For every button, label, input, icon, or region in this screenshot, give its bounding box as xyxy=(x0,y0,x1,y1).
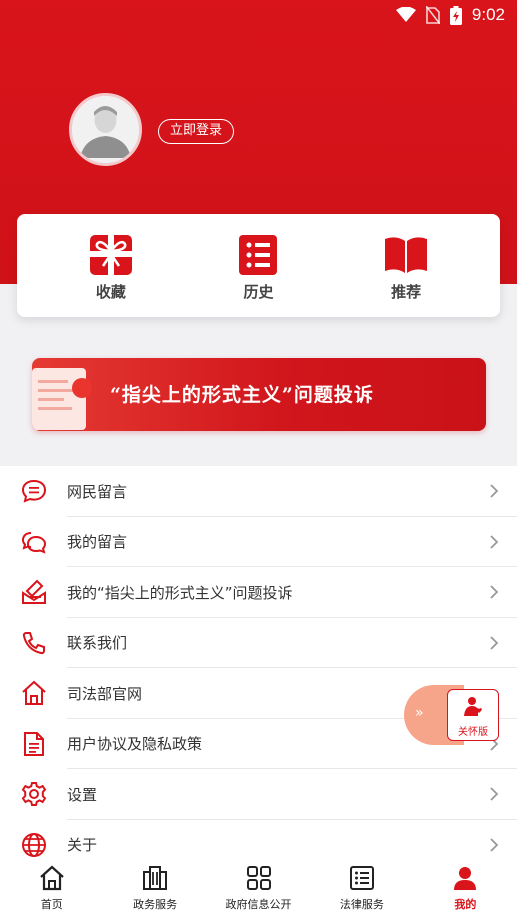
care-mode-button[interactable]: 关怀版 xyxy=(447,689,499,741)
globe-icon xyxy=(22,832,46,857)
menu-item-my-messages[interactable]: 我的留言 xyxy=(0,517,517,567)
menu-item-label: 网民留言 xyxy=(67,482,128,501)
gift-icon xyxy=(89,234,133,276)
quick-actions-card: 收藏 历史 推荐 xyxy=(17,214,500,317)
home-icon xyxy=(39,865,64,891)
banner-title: “指尖上的形式主义”问题投诉 xyxy=(110,384,374,406)
phone-icon xyxy=(22,631,45,654)
menu-item-my-complaints[interactable]: 我的“指尖上的形式主义”问题投诉 xyxy=(0,567,517,618)
tab-government-services[interactable]: 政务服务 xyxy=(103,858,206,919)
status-time: 9:02 xyxy=(471,5,505,24)
complaint-banner[interactable]: “指尖上的形式主义”问题投诉 xyxy=(32,358,486,431)
care-mode-label: 关怀版 xyxy=(458,727,488,738)
tab-label: 首页 xyxy=(40,898,63,911)
tab-label: 政务服务 xyxy=(133,898,178,911)
menu-item-label: 设置 xyxy=(67,785,98,804)
menu-item-label: 我的留言 xyxy=(67,533,128,552)
list-icon xyxy=(349,866,374,890)
grid-icon xyxy=(246,866,271,890)
wifi-icon xyxy=(395,7,416,22)
report-icon xyxy=(22,579,46,604)
tab-label: 我的 xyxy=(454,898,477,911)
double-chevron-right-icon: » xyxy=(415,705,424,721)
tab-mine[interactable]: 我的 xyxy=(414,858,517,919)
chat-bubble-icon xyxy=(21,479,47,503)
menu-list: 网民留言 我的留言 我的“指尖上的形式主义”问题投诉 联系我们 司法部官网 用户… xyxy=(0,466,517,870)
recommend-label: 推荐 xyxy=(391,283,422,301)
battery-icon xyxy=(449,5,462,25)
document-icon xyxy=(24,731,44,756)
avatar[interactable] xyxy=(69,93,142,166)
menu-item-label: 我的“指尖上的形式主义”问题投诉 xyxy=(67,583,293,602)
chat-bubbles-icon xyxy=(21,531,47,554)
tab-label: 法律服务 xyxy=(339,898,384,911)
list-icon xyxy=(236,234,280,276)
default-user-icon xyxy=(72,96,139,163)
menu-item-settings[interactable]: 设置 xyxy=(0,769,517,820)
gear-icon xyxy=(21,782,47,806)
menu-item-netizen-messages[interactable]: 网民留言 xyxy=(0,466,517,517)
menu-item-contact-us[interactable]: 联系我们 xyxy=(0,618,517,668)
scroll-document-icon xyxy=(32,368,92,430)
menu-item-label: 关于 xyxy=(67,836,98,855)
chevron-right-icon xyxy=(490,787,499,801)
menu-item-label: 联系我们 xyxy=(67,634,128,653)
history-label: 历史 xyxy=(243,283,274,301)
no-sim-icon xyxy=(425,6,440,24)
chevron-right-icon xyxy=(490,484,499,498)
menu-item-label: 用户协议及隐私政策 xyxy=(67,735,203,754)
favorites-button[interactable]: 收藏 xyxy=(61,214,161,317)
login-button[interactable]: 立即登录 xyxy=(158,119,234,144)
tab-information-disclosure[interactable]: 政府信息公开 xyxy=(207,858,310,919)
tab-home[interactable]: 首页 xyxy=(0,858,103,919)
home-icon xyxy=(22,680,46,705)
menu-item-label: 司法部官网 xyxy=(67,684,143,703)
chevron-right-icon xyxy=(490,635,499,650)
book-icon xyxy=(384,234,428,276)
history-button[interactable]: 历史 xyxy=(208,214,308,317)
tab-label: 政府信息公开 xyxy=(225,898,292,911)
recommend-button[interactable]: 推荐 xyxy=(356,214,456,317)
status-bar: 9:02 xyxy=(0,0,517,30)
elder-care-icon xyxy=(464,697,482,716)
chevron-right-icon xyxy=(490,837,499,852)
chevron-right-icon xyxy=(490,585,499,599)
chevron-right-icon xyxy=(490,534,499,549)
favorites-label: 收藏 xyxy=(95,283,126,301)
bottom-tab-bar: 首页 政务服务 政府信息公开 法律服务 我的 xyxy=(0,858,517,919)
tab-legal-services[interactable]: 法律服务 xyxy=(310,858,413,919)
user-icon xyxy=(454,867,477,890)
building-icon xyxy=(143,866,168,890)
